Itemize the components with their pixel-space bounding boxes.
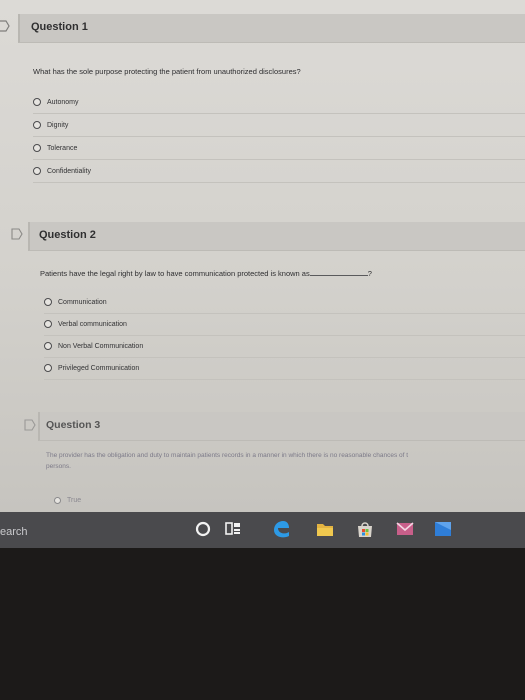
radio-button[interactable]	[33, 98, 41, 106]
option-label: Non Verbal Communication	[58, 342, 144, 350]
task-view-icon[interactable]	[222, 518, 244, 540]
app-icon[interactable]	[432, 518, 454, 540]
question-header	[38, 412, 525, 441]
option-non-verbal-communication[interactable]: Non Verbal Communication	[44, 335, 525, 358]
radio-button[interactable]	[54, 496, 61, 504]
question-prompt-line-2: persons.	[46, 463, 71, 470]
quiz-screen: Question 1 What has the sole purpose pro…	[0, 0, 525, 512]
file-explorer-icon[interactable]	[314, 518, 336, 540]
store-icon[interactable]	[354, 518, 376, 540]
option-tolerance[interactable]: Tolerance	[33, 137, 525, 160]
option-label: Dignity	[47, 121, 69, 129]
option-label: True	[67, 496, 82, 504]
radio-button[interactable]	[33, 121, 41, 129]
option-true[interactable]: True	[54, 489, 525, 511]
option-communication[interactable]: Communication	[44, 291, 525, 314]
option-confidentiality[interactable]: Confidentiality	[33, 160, 525, 183]
option-label: Confidentiality	[47, 167, 91, 175]
radio-button[interactable]	[44, 364, 52, 372]
option-verbal-communication[interactable]: Verbal communication	[44, 313, 525, 336]
radio-button[interactable]	[33, 144, 41, 152]
option-label: Autonomy	[47, 98, 79, 106]
flag-icon[interactable]	[24, 419, 36, 431]
question-title: Question 1	[31, 21, 88, 33]
prompt-end: ?	[367, 269, 372, 278]
question-prompt: Patients have the legal right by law to …	[40, 268, 372, 278]
question-2: Question 2 Patients have the legal right…	[0, 215, 525, 400]
question-header	[28, 222, 525, 251]
radio-button[interactable]	[44, 320, 52, 328]
taskbar-search-box[interactable]: earch	[0, 526, 28, 538]
question-header	[18, 14, 525, 43]
radio-button[interactable]	[33, 167, 41, 175]
question-1: Question 1 What has the sole purpose pro…	[0, 0, 525, 205]
prompt-text: Patients have the legal right by law to …	[40, 269, 310, 278]
option-label: Tolerance	[47, 144, 78, 152]
cortana-circle-icon[interactable]	[192, 518, 214, 540]
question-prompt: What has the sole purpose protecting the…	[33, 67, 301, 76]
answer-blank	[309, 268, 368, 276]
radio-button[interactable]	[44, 298, 52, 306]
flag-icon[interactable]	[0, 20, 10, 32]
option-autonomy[interactable]: Autonomy	[33, 91, 525, 114]
edge-icon[interactable]	[270, 518, 292, 540]
question-title: Question 3	[46, 419, 101, 431]
flag-icon[interactable]	[11, 228, 23, 240]
option-privileged-communication[interactable]: Privileged Communication	[44, 357, 525, 380]
option-label: Communication	[58, 298, 107, 306]
mail-icon[interactable]	[394, 518, 416, 540]
radio-button[interactable]	[44, 342, 52, 350]
option-label: Privileged Communication	[58, 364, 140, 372]
question-3: Question 3 The provider has the obligati…	[0, 405, 525, 512]
option-label: Verbal communication	[58, 320, 127, 328]
question-title: Question 2	[39, 229, 96, 241]
option-dignity[interactable]: Dignity	[33, 114, 525, 137]
question-prompt-line-1: The provider has the obligation and duty…	[46, 452, 409, 459]
